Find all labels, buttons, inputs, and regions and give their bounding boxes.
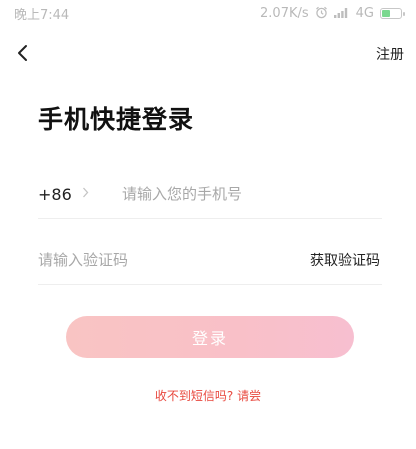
get-code-button[interactable]: 获取验证码 [310,250,382,270]
register-link[interactable]: 注册 [376,44,404,64]
status-indicators: 2.07K/s 4G [260,5,405,21]
status-time: 晚上7:44 [14,7,70,23]
help-link[interactable]: 收不到短信吗? 请尝 [0,387,416,404]
phone-input[interactable] [122,185,382,203]
nav-bar: 注册 [0,38,416,72]
country-code: +86 [38,184,72,204]
verification-row: 获取验证码 [38,236,382,285]
battery-level [382,9,390,17]
back-button[interactable] [8,40,38,70]
battery-icon [380,7,405,19]
back-arrow-icon [16,44,30,66]
login-button[interactable]: 登录 [66,316,354,358]
country-code-selector[interactable]: +86 [38,185,122,204]
network-type: 4G [355,5,374,21]
alarm-icon [315,6,328,21]
page-title: 手机快捷登录 [38,105,195,134]
chevron-right-icon [82,186,89,202]
status-bar: 晚上7:44 2.07K/s 4G [0,0,416,26]
network-speed: 2.07K/s [260,5,309,21]
verification-code-input[interactable] [38,251,238,269]
signal-icon [333,7,350,20]
phone-row: +86 [38,170,382,219]
